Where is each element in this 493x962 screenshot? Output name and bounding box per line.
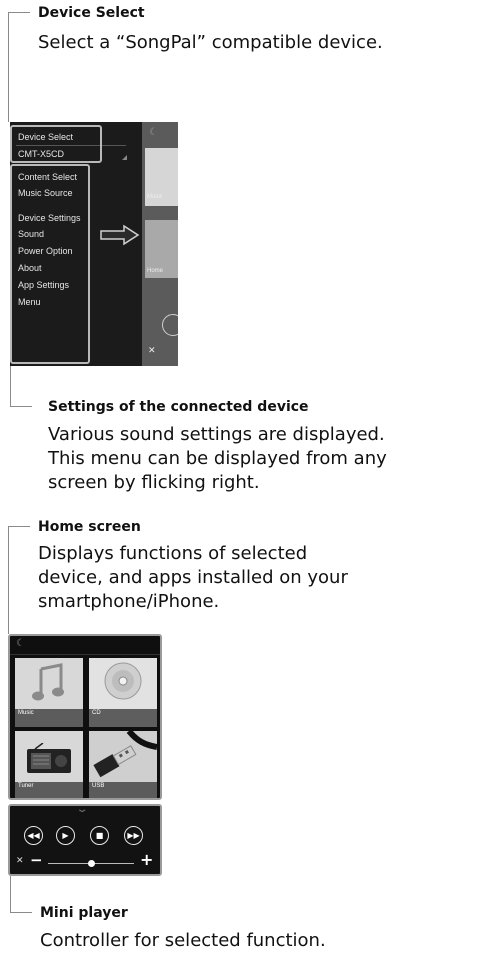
home-screen-screenshot: ☾ Music CD Tuner USB xyxy=(8,634,162,800)
settings-callout-line-1: Various sound settings are displayed. xyxy=(48,424,385,445)
mute-icon: ✕ xyxy=(148,346,156,356)
home-header-divider xyxy=(10,654,160,655)
usb-plug-icon xyxy=(93,731,157,778)
settings-panel-screenshot: Music Home ✕ ☾ Device Select CMT-X5CD Co… xyxy=(10,122,178,366)
volume-minus-button[interactable]: − xyxy=(30,851,43,869)
add-circle-icon xyxy=(162,314,178,336)
device-select-leader-vertical xyxy=(8,12,9,122)
home-thumb-label: Home xyxy=(147,268,164,274)
music-note-icon xyxy=(32,663,64,701)
home-leader-horizontal xyxy=(8,526,30,527)
tile-tuner-label: Tuner xyxy=(18,783,34,789)
tile-usb[interactable]: USB xyxy=(89,731,157,798)
home-callout-line-3: smartphone/iPhone. xyxy=(38,591,220,612)
cd-disc-icon xyxy=(104,662,142,700)
home-preview-strip: Music Home ✕ xyxy=(142,122,178,366)
fast-forward-button[interactable]: ▶▶ xyxy=(124,826,143,845)
device-select-highlight xyxy=(10,125,102,163)
radio-icon xyxy=(27,743,71,773)
device-select-title: Device Select xyxy=(38,5,145,21)
settings-menu-highlight xyxy=(10,164,90,364)
flick-arrow-icon xyxy=(100,224,140,246)
device-select-description: Select a “SongPal” compatible device. xyxy=(38,32,383,53)
tile-cd[interactable]: CD xyxy=(89,658,157,727)
mini-player-leader-horizontal xyxy=(10,912,32,913)
volume-slider-thumb[interactable] xyxy=(88,860,95,867)
play-button[interactable]: ▶ xyxy=(56,826,75,845)
mute-icon[interactable]: ✕ xyxy=(16,856,24,866)
home-settings-icon: ☾ xyxy=(16,638,25,649)
home-callout-title: Home screen xyxy=(38,519,141,535)
rewind-button[interactable]: ◀◀ xyxy=(24,826,43,845)
settings-callout-title: Settings of the connected device xyxy=(48,399,309,415)
tile-music[interactable]: Music xyxy=(15,658,83,727)
settings-leader-vertical xyxy=(10,366,11,406)
tile-usb-label: USB xyxy=(92,783,105,789)
dropdown-corner-icon xyxy=(122,155,127,160)
tile-music-label: Music xyxy=(18,710,34,716)
settings-callout-line-3: screen by flicking right. xyxy=(48,472,260,493)
settings-leader-horizontal xyxy=(10,406,32,407)
tile-tuner[interactable]: Tuner xyxy=(15,731,83,798)
mini-player-callout-title: Mini player xyxy=(40,905,128,921)
mini-player-callout-description: Controller for selected function. xyxy=(40,930,326,951)
home-callout-line-2: device, and apps installed on your xyxy=(38,567,348,588)
home-leader-vertical xyxy=(8,526,9,634)
mini-player-leader-vertical xyxy=(10,876,11,912)
settings-callout-line-2: This menu can be displayed from any xyxy=(48,448,387,469)
home-callout-line-1: Displays functions of selected xyxy=(38,543,308,564)
tile-cd-label: CD xyxy=(92,710,101,716)
mini-player-screenshot: ⌄ ◀◀ ▶ ■ ▶▶ ✕ − + xyxy=(8,804,162,876)
stop-button[interactable]: ■ xyxy=(90,826,109,845)
volume-plus-button[interactable]: + xyxy=(140,850,153,869)
music-thumb-label: Music xyxy=(147,194,163,200)
device-select-leader-horizontal xyxy=(8,12,30,13)
settings-icon: ☾ xyxy=(149,127,158,138)
collapse-chevron-icon[interactable]: ⌄ xyxy=(75,806,88,815)
